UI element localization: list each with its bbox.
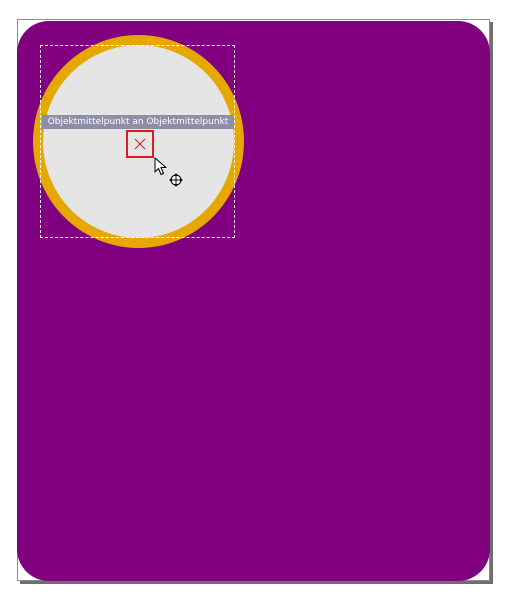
move-arrows-icon xyxy=(169,173,183,187)
snap-tooltip-label: Objektmittelpunkt an Objektmittelpunkt xyxy=(42,115,234,129)
arrow-cursor-icon xyxy=(154,157,167,175)
drawing-canvas[interactable]: Objektmittelpunkt an Objektmittelpunkt xyxy=(0,0,511,607)
center-snap-x-icon xyxy=(126,130,154,158)
